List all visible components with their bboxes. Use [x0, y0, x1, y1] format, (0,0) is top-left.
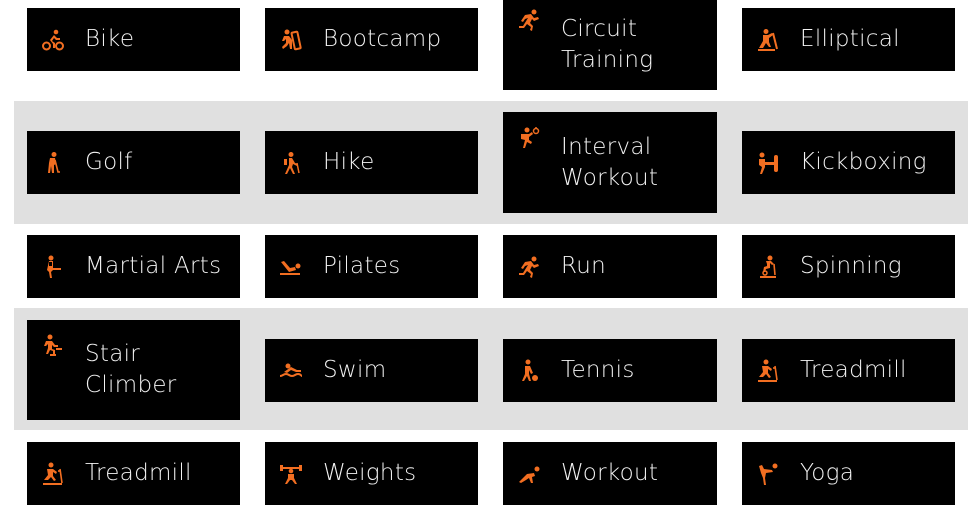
exercise-tile-yoga[interactable]: Yoga: [742, 442, 955, 505]
stair-climber-icon: [41, 334, 65, 358]
exercise-label: Spinning: [800, 253, 902, 279]
exercise-label: Elliptical: [800, 26, 900, 52]
exercise-tile-bike[interactable]: Bike: [27, 8, 240, 71]
workout-icon: [517, 462, 541, 486]
exercise-label: Circuit Training: [561, 16, 654, 73]
exercise-label: Run: [561, 253, 607, 279]
exercise-tile-workout[interactable]: Workout: [503, 442, 717, 505]
exercise-tile-tennis[interactable]: Tennis: [503, 339, 717, 402]
exercise-tile-circuit-training[interactable]: Circuit Training: [503, 0, 717, 90]
exercise-tile-treadmill[interactable]: Treadmill: [742, 339, 955, 402]
golf-icon: [41, 151, 65, 175]
exercise-label: Stair Climber: [85, 341, 177, 398]
exercise-tile-elliptical[interactable]: Elliptical: [742, 8, 955, 71]
exercise-label: Treadmill: [85, 460, 192, 486]
exercise-tile-bootcamp[interactable]: Bootcamp: [265, 8, 478, 71]
swim-icon: [279, 359, 303, 383]
kickboxing-icon: [756, 151, 780, 175]
exercise-tile-spinning[interactable]: Spinning: [742, 235, 955, 298]
circuit-training-icon: [517, 8, 541, 32]
exercise-label: Hike: [323, 149, 375, 175]
yoga-icon: [756, 462, 780, 486]
exercise-label: Weights: [323, 460, 417, 486]
exercise-tile-treadmill-2[interactable]: Treadmill: [27, 442, 240, 505]
exercise-label: Workout: [561, 460, 659, 486]
exercise-tile-golf[interactable]: Golf: [27, 131, 240, 194]
treadmill-icon: [756, 359, 780, 383]
bike-icon: [41, 28, 65, 52]
exercise-tile-run[interactable]: Run: [503, 235, 717, 298]
exercise-tile-weights[interactable]: Weights: [265, 442, 478, 505]
martial-arts-icon: [41, 255, 65, 279]
exercise-tile-swim[interactable]: Swim: [265, 339, 478, 402]
exercise-label: Tennis: [561, 357, 635, 383]
exercise-label: Bootcamp: [323, 26, 442, 52]
exercise-tile-interval-workout[interactable]: Interval Workout: [503, 112, 717, 213]
exercise-label: Kickboxing: [800, 149, 927, 175]
exercise-label: Bike: [85, 26, 135, 52]
exercise-label: Yoga: [800, 460, 855, 486]
interval-workout-icon: [517, 126, 541, 150]
elliptical-icon: [756, 28, 780, 52]
exercise-tile-hike[interactable]: Hike: [265, 131, 478, 194]
exercise-label: Interval Workout: [561, 133, 659, 191]
run-icon: [517, 255, 541, 279]
hike-icon: [279, 151, 303, 175]
exercise-label: Swim: [323, 357, 387, 383]
bootcamp-icon: [279, 28, 303, 52]
pilates-icon: [279, 255, 303, 279]
weights-icon: [279, 462, 303, 486]
exercise-label: Pilates: [323, 253, 401, 279]
exercise-label: Treadmill: [800, 357, 907, 383]
exercise-tile-stair-climber[interactable]: Stair Climber: [27, 320, 240, 420]
spinning-icon: [756, 255, 780, 279]
tennis-icon: [517, 359, 541, 383]
exercise-tile-pilates[interactable]: Pilates: [265, 235, 478, 298]
exercise-tile-kickboxing[interactable]: Kickboxing: [742, 131, 955, 194]
exercise-label: Golf: [85, 149, 133, 175]
exercise-label: Martial Arts: [85, 253, 222, 279]
treadmill-icon: [41, 462, 65, 486]
exercise-tile-martial-arts[interactable]: Martial Arts: [27, 235, 240, 298]
